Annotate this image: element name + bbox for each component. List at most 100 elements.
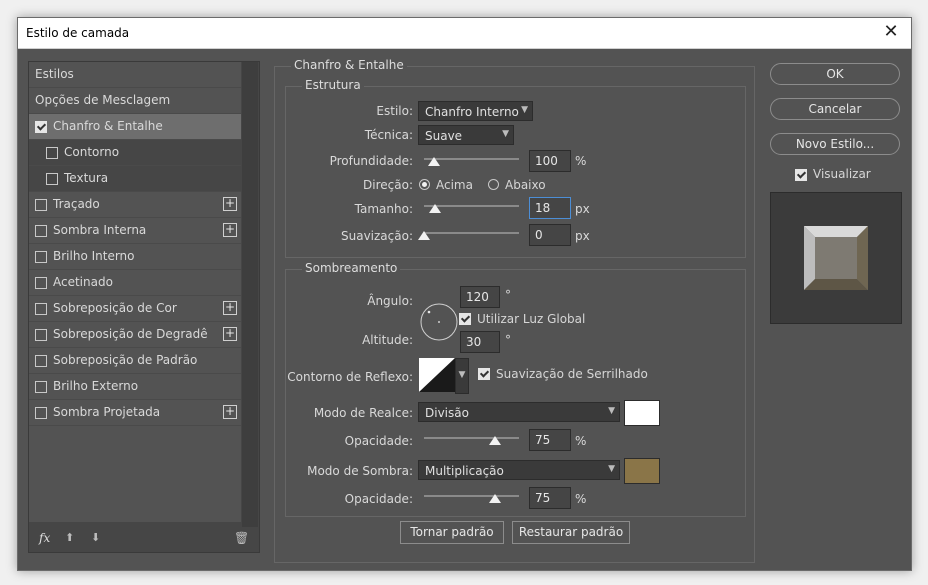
global-light-checkbox[interactable] — [459, 313, 471, 325]
style-item-checkbox[interactable] — [35, 407, 47, 419]
style-item-checkbox[interactable] — [35, 225, 47, 237]
styles-list-scrollbar[interactable] — [242, 62, 258, 527]
move-down-icon[interactable]: ⬇ — [91, 531, 100, 544]
altitude-unit: ° — [505, 333, 511, 347]
highlight-mode-select[interactable]: Divisão ▼ — [418, 402, 620, 422]
move-up-icon[interactable]: ⬆ — [65, 531, 74, 544]
structure-section: Estrutura Estilo: Chanfro Interno ▼ Técni… — [285, 78, 746, 258]
style-list-item[interactable]: Brilho Interno — [29, 244, 241, 270]
styles-list-toolbar: fx ⬆ ⬇ 🗑 — [29, 527, 258, 552]
style-list-item[interactable]: Textura — [29, 166, 241, 192]
shadow-opacity-slider-track[interactable] — [424, 495, 519, 497]
close-icon[interactable]: ✕ — [879, 21, 903, 42]
cancel-button[interactable]: Cancelar — [770, 98, 900, 120]
direction-up-label: Acima — [436, 178, 473, 192]
style-item-label: Brilho Interno — [53, 249, 135, 263]
style-item-label: Textura — [64, 171, 109, 185]
style-item-checkbox[interactable] — [46, 147, 58, 159]
style-list-item[interactable]: Sobreposição de Padrão — [29, 348, 241, 374]
shadow-opacity-slider-thumb[interactable] — [489, 494, 502, 503]
angle-field[interactable]: 120 — [460, 286, 500, 308]
style-item-checkbox[interactable] — [35, 329, 47, 341]
style-item-label: Acetinado — [53, 275, 113, 289]
style-item-checkbox[interactable] — [35, 121, 47, 133]
style-item-checkbox[interactable] — [35, 251, 47, 263]
preview-checkbox[interactable] — [795, 169, 807, 181]
style-list-item[interactable]: Traçado + — [29, 192, 241, 218]
style-list-item[interactable]: Sobreposição de Degradê + — [29, 322, 241, 348]
shading-title: Sombreamento — [302, 261, 401, 275]
highlight-mode-label: Modo de Realce: — [313, 406, 413, 420]
angle-dial-icon[interactable] — [419, 302, 459, 342]
direction-down-radio[interactable] — [488, 179, 499, 190]
style-list-item[interactable]: Chanfro & Entalhe — [29, 114, 241, 140]
depth-field[interactable]: 100 — [529, 150, 571, 172]
chevron-down-icon: ▼ — [458, 370, 466, 380]
size-slider-thumb[interactable] — [429, 204, 442, 213]
highlight-opacity-field[interactable]: 75 — [529, 429, 571, 451]
gloss-contour-dropdown[interactable]: ▼ — [455, 358, 469, 394]
style-item-label: Sombra Interna — [53, 223, 147, 237]
style-item-checkbox[interactable] — [35, 381, 47, 393]
new-style-button[interactable]: Novo Estilo... — [770, 133, 900, 155]
style-item-label: Sombra Projetada — [53, 405, 161, 419]
technique-select[interactable]: Suave ▼ — [418, 125, 514, 145]
add-instance-icon[interactable]: + — [223, 197, 237, 211]
style-item-label: Chanfro & Entalhe — [53, 119, 163, 133]
trash-icon[interactable]: 🗑 — [234, 531, 249, 545]
style-item-checkbox[interactable] — [46, 173, 58, 185]
style-list-item[interactable]: Contorno — [29, 140, 241, 166]
gloss-contour-preview[interactable] — [419, 358, 455, 392]
soften-slider-thumb[interactable] — [418, 231, 430, 240]
soften-slider-track[interactable] — [424, 232, 519, 234]
shadow-color-swatch[interactable] — [624, 458, 660, 484]
style-item-label: Traçado — [53, 197, 100, 211]
shadow-opacity-field[interactable]: 75 — [529, 487, 571, 509]
style-list-item[interactable]: Opções de Mesclagem — [29, 88, 241, 114]
altitude-label: Altitude: — [362, 333, 413, 347]
ok-button[interactable]: OK — [770, 63, 900, 85]
highlight-opacity-slider-track[interactable] — [424, 437, 519, 439]
style-item-checkbox[interactable] — [35, 199, 47, 211]
style-list-item[interactable]: Estilos — [29, 62, 241, 88]
style-item-label: Estilos — [35, 67, 74, 81]
depth-slider-thumb[interactable] — [427, 157, 440, 166]
style-item-checkbox[interactable] — [35, 303, 47, 315]
style-item-checkbox[interactable] — [35, 355, 47, 367]
soften-field[interactable]: 0 — [529, 224, 571, 246]
highlight-color-swatch[interactable] — [624, 400, 660, 426]
add-instance-icon[interactable]: + — [223, 301, 237, 315]
antialiased-checkbox[interactable] — [478, 368, 490, 380]
fx-icon[interactable]: fx — [39, 531, 50, 545]
direction-down-label: Abaixo — [505, 178, 546, 192]
style-list-item[interactable]: Brilho Externo — [29, 374, 241, 400]
shadow-mode-label: Modo de Sombra: — [307, 464, 413, 478]
style-list-item[interactable]: Sobreposição de Cor + — [29, 296, 241, 322]
add-instance-icon[interactable]: + — [223, 327, 237, 341]
style-list-item[interactable]: Sombra Interna + — [29, 218, 241, 244]
style-item-label: Sobreposição de Cor — [53, 301, 177, 315]
direction-up-radio[interactable] — [419, 179, 430, 190]
size-unit: px — [575, 202, 590, 216]
structure-title: Estrutura — [302, 78, 364, 92]
layer-style-dialog: Estilo de camada ✕ Estilos Opções de Mesc… — [17, 17, 912, 571]
add-instance-icon[interactable]: + — [223, 223, 237, 237]
highlight-opacity-slider-thumb[interactable] — [489, 436, 502, 445]
styles-list: Estilos Opções de Mesclagem Chanfro & Enta… — [29, 62, 241, 522]
make-default-button[interactable]: Tornar padrão — [400, 521, 504, 544]
style-item-label: Sobreposição de Degradê — [53, 327, 208, 341]
size-field[interactable]: 18 — [529, 197, 571, 219]
style-item-checkbox[interactable] — [35, 277, 47, 289]
style-list-item[interactable]: Acetinado — [29, 270, 241, 296]
reset-default-button[interactable]: Restaurar padrão — [512, 521, 630, 544]
altitude-field[interactable]: 30 — [460, 331, 500, 353]
shadow-mode-select[interactable]: Multiplicação ▼ — [418, 460, 620, 480]
angle-label: Ângulo: — [367, 294, 413, 308]
shadow-opacity-label: Opacidade: — [344, 492, 413, 506]
add-instance-icon[interactable]: + — [223, 405, 237, 419]
title-bar: Estilo de camada ✕ — [18, 18, 911, 49]
shadow-opacity-unit: % — [575, 492, 587, 506]
style-select[interactable]: Chanfro Interno ▼ — [418, 101, 533, 121]
preview-thumbnail — [804, 226, 868, 290]
style-list-item[interactable]: Sombra Projetada + — [29, 400, 241, 426]
